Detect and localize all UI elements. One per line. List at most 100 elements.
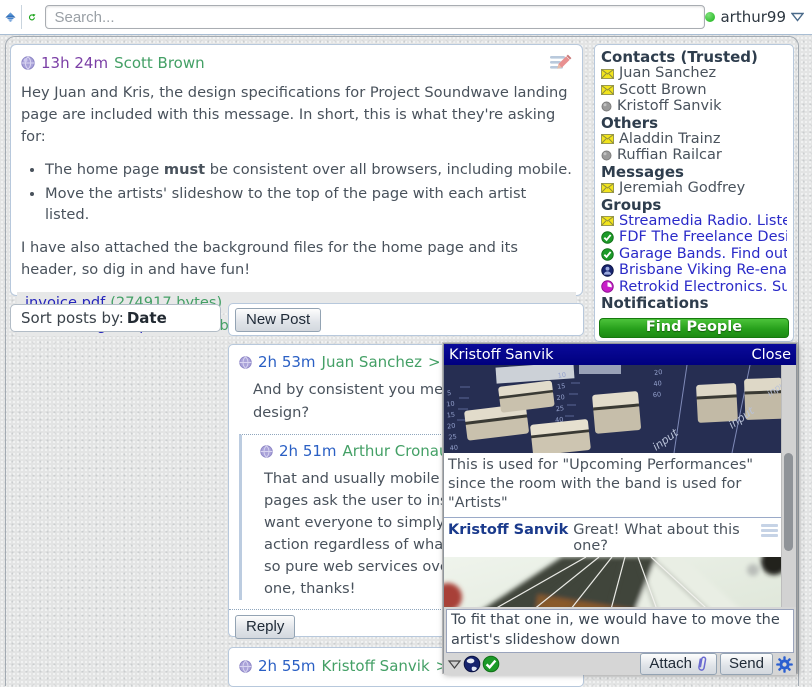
chat-message-author: Kristoff Sanvik xyxy=(448,522,568,538)
chat-footer: Attach Send xyxy=(444,653,796,675)
contact-ruffian-railcar[interactable]: Ruffian Railcar xyxy=(601,147,787,163)
chat-footer-icons xyxy=(447,655,500,673)
new-post-panel: New Post xyxy=(228,303,584,336)
check-circle-icon xyxy=(601,231,614,244)
svg-text:15: 15 xyxy=(557,382,566,391)
globe-icon xyxy=(239,356,252,369)
post-scott-brown: 13h 24m Scott Brown Hey Juan and Kris, t… xyxy=(10,44,583,296)
globe-icon xyxy=(21,56,35,70)
svg-text:40: 40 xyxy=(449,443,458,452)
attach-button[interactable]: Attach xyxy=(640,653,717,675)
svg-text:25: 25 xyxy=(555,404,564,413)
chat-message-area: 51015 202540 101520 254060 10204060 xyxy=(444,365,796,607)
public-globe-icon[interactable] xyxy=(463,655,481,673)
offline-dot-icon xyxy=(601,101,612,112)
user-menu[interactable]: arthur99 xyxy=(705,8,804,26)
chat-settings-gear-icon[interactable] xyxy=(776,656,793,673)
chat-message: This is used for "Upcoming Performances"… xyxy=(444,453,796,516)
group-garage-bands[interactable]: Garage Bands. Find out … xyxy=(601,246,787,262)
contact-aladdin-trainz[interactable]: Aladdin Trainz xyxy=(601,131,787,147)
chat-title-label: Kristoff Sanvik xyxy=(449,347,554,363)
available-check-icon[interactable] xyxy=(482,655,500,673)
message-divider xyxy=(444,517,796,518)
post-bullet-2: Move the artists' slideshow to the top o… xyxy=(45,183,572,227)
chat-message-text: Great! What about this one? xyxy=(573,522,761,554)
svg-text:10: 10 xyxy=(557,371,566,380)
refresh-icon[interactable] xyxy=(28,7,36,28)
sort-label: Sort posts by: xyxy=(21,309,124,327)
post-timestamp: 2h 55m xyxy=(258,657,316,675)
post-paragraph-2: I have also attached the background file… xyxy=(21,237,572,281)
mail-icon xyxy=(601,134,614,144)
person-circle-icon xyxy=(601,264,614,277)
svg-text:20: 20 xyxy=(556,393,565,402)
chat-message: Kristoff Sanvik Great! What about this o… xyxy=(444,519,796,557)
group-streamedia-radio[interactable]: Streamedia Radio. Listen… xyxy=(601,213,787,229)
options-arrow-icon[interactable] xyxy=(447,659,462,670)
mail-icon xyxy=(601,69,614,79)
svg-text:40: 40 xyxy=(653,379,662,388)
post-author[interactable]: Scott Brown xyxy=(114,54,205,72)
clock-circle-icon xyxy=(601,280,614,293)
svg-text:10: 10 xyxy=(446,400,455,409)
sidebar-header-others: Others xyxy=(601,115,787,131)
edit-post-icon[interactable] xyxy=(548,53,572,73)
reply-author[interactable]: Juan Sanchez xyxy=(322,353,422,371)
check-circle-icon xyxy=(601,248,614,261)
app-logo-icon[interactable] xyxy=(5,3,16,31)
message-menu-icon[interactable] xyxy=(761,522,778,539)
find-people-button[interactable]: Find People xyxy=(599,318,789,338)
sidebar-header-messages: Messages xyxy=(601,164,787,180)
online-status-dot xyxy=(705,12,715,22)
svg-text:15: 15 xyxy=(446,411,455,420)
scrollbar-thumb[interactable] xyxy=(784,453,793,551)
post-body: Hey Juan and Kris, the design specificat… xyxy=(21,82,572,281)
svg-text:20: 20 xyxy=(447,422,456,431)
chat-titlebar[interactable]: Kristoff Sanvik Close xyxy=(444,344,796,365)
send-button[interactable]: Send xyxy=(720,653,773,675)
svg-text:25: 25 xyxy=(448,433,457,442)
top-toolbar: arthur99 xyxy=(0,0,812,35)
post-bullet-list: The home page must be consistent over al… xyxy=(21,159,572,227)
expand-arrow[interactable]: > xyxy=(428,353,441,371)
globe-icon xyxy=(260,445,273,458)
mail-icon xyxy=(601,216,614,226)
contact-juan-sanchez[interactable]: Juan Sanchez xyxy=(601,65,787,81)
mail-icon xyxy=(601,85,614,95)
app-root: { "topbar": { "search_placeholder": "Sea… xyxy=(0,0,812,685)
new-post-button[interactable]: New Post xyxy=(235,308,321,332)
group-retrokid-electronics[interactable]: Retrokid Electronics. Su… xyxy=(601,279,787,295)
friends-sidebar: Contacts (Trusted) Juan Sanchez Scott Br… xyxy=(594,44,794,342)
post-author[interactable]: Kristoff Sanvik xyxy=(322,657,430,675)
group-fdf-freelance[interactable]: FDF The Freelance Desi… xyxy=(601,229,787,245)
reply-timestamp: 2h 51m xyxy=(279,442,337,460)
post-timestamp: 13h 24m xyxy=(41,54,108,72)
group-brisbane-viking[interactable]: Brisbane Viking Re-enac… xyxy=(601,262,787,278)
sidebar-header-notifications: Notifications xyxy=(601,295,787,311)
contact-scott-brown[interactable]: Scott Brown xyxy=(601,82,787,98)
chat-window: Kristoff Sanvik Close 51015 202540 10152… xyxy=(443,343,797,673)
reply-button[interactable]: Reply xyxy=(235,615,295,639)
sort-value: Date xyxy=(127,309,167,327)
reply-timestamp: 2h 53m xyxy=(258,353,316,371)
mail-icon xyxy=(601,183,614,193)
globe-icon xyxy=(239,660,252,673)
chat-close-button[interactable]: Close xyxy=(752,347,792,363)
sort-posts-dropdown[interactable]: Sort posts by: Date xyxy=(10,304,221,332)
search-input[interactable] xyxy=(45,5,705,29)
sidebar-header-groups: Groups xyxy=(601,197,787,213)
message-jeremiah-godfrey[interactable]: Jeremiah Godfrey xyxy=(601,180,787,196)
chat-scrollbar[interactable] xyxy=(781,365,796,607)
mixer-photo: 51015 202540 101520 254060 10204060 xyxy=(444,365,784,453)
offline-dot-icon xyxy=(601,150,612,161)
post-header: 13h 24m Scott Brown xyxy=(21,53,572,73)
svg-text:60: 60 xyxy=(652,390,661,399)
username-label: arthur99 xyxy=(720,8,786,26)
guitar-photo xyxy=(444,557,784,607)
paperclip-icon xyxy=(696,656,708,672)
chat-compose-input[interactable]: To fit that one in, we would have to mov… xyxy=(446,609,794,653)
post-bullet-1: The home page must be consistent over al… xyxy=(45,159,572,181)
contact-kristoff-sanvik[interactable]: Kristoff Sanvik xyxy=(601,98,787,114)
reply-author[interactable]: Arthur Cronau xyxy=(343,442,449,460)
svg-text:20: 20 xyxy=(654,368,663,377)
